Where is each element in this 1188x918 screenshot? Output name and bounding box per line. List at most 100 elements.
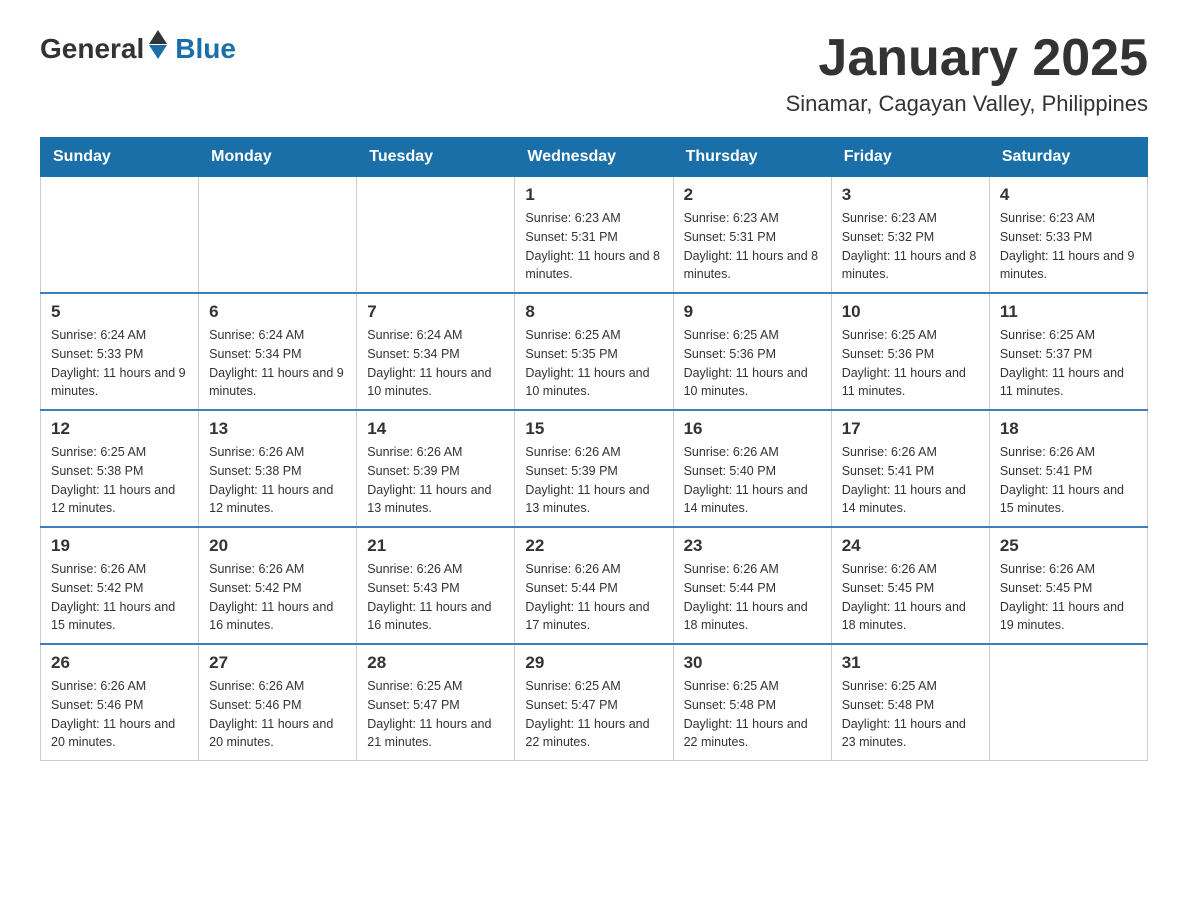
- logo-blue-text: Blue: [175, 33, 236, 65]
- day-number: 24: [842, 536, 979, 556]
- logo-icon: [149, 30, 167, 59]
- calendar-day-cell: 6 Sunrise: 6:24 AM Sunset: 5:34 PM Daylig…: [199, 293, 357, 410]
- calendar-day-cell: [41, 177, 199, 294]
- calendar-week-row: 1 Sunrise: 6:23 AM Sunset: 5:31 PM Daylig…: [41, 177, 1148, 294]
- day-number: 12: [51, 419, 188, 439]
- triangle-down-icon: [149, 45, 167, 59]
- calendar-day-cell: 30Sunrise: 6:25 AM Sunset: 5:48 PM Dayli…: [673, 644, 831, 761]
- day-info: Sunrise: 6:26 AM Sunset: 5:45 PM Dayligh…: [1000, 560, 1137, 635]
- calendar-table: SundayMondayTuesdayWednesdayThursdayFrid…: [40, 137, 1148, 761]
- calendar-day-cell: 26 Sunrise: 6:26 AM Sunset: 5:46 PM Dayli…: [41, 644, 199, 761]
- day-number: 9: [684, 302, 821, 322]
- day-info: Sunrise: 6:26 AM Sunset: 5:43 PM Dayligh…: [367, 560, 504, 635]
- day-info: Sunrise: 6:26 AM Sunset: 5:44 PM Dayligh…: [684, 560, 821, 635]
- day-info: Sunrise: 6:23 AM Sunset: 5:31 PM Dayligh…: [525, 209, 662, 284]
- logo: General Blue: [40, 30, 236, 65]
- page-title: January 2025: [786, 30, 1148, 87]
- day-of-week-header: Sunday: [41, 138, 199, 177]
- day-number: 17: [842, 419, 979, 439]
- day-info: Sunrise: 6:25 AM Sunset: 5:48 PM Dayligh…: [842, 677, 979, 752]
- day-number: 5: [51, 302, 188, 322]
- day-info: Sunrise: 6:25 AM Sunset: 5:36 PM Dayligh…: [842, 326, 979, 401]
- day-number: 27: [209, 653, 346, 673]
- day-info: Sunrise: 6:26 AM Sunset: 5:42 PM Dayligh…: [51, 560, 188, 635]
- day-of-week-header: Thursday: [673, 138, 831, 177]
- day-info: Sunrise: 6:24 AM Sunset: 5:34 PM Dayligh…: [209, 326, 346, 401]
- day-info: Sunrise: 6:26 AM Sunset: 5:39 PM Dayligh…: [525, 443, 662, 518]
- day-info: Sunrise: 6:26 AM Sunset: 5:46 PM Dayligh…: [209, 677, 346, 752]
- calendar-day-cell: 2 Sunrise: 6:23 AM Sunset: 5:31 PM Daylig…: [673, 177, 831, 294]
- calendar-day-cell: 23 Sunrise: 6:26 AM Sunset: 5:44 PM Dayli…: [673, 527, 831, 644]
- day-number: 20: [209, 536, 346, 556]
- calendar-day-cell: 8 Sunrise: 6:25 AM Sunset: 5:35 PM Daylig…: [515, 293, 673, 410]
- day-info: Sunrise: 6:23 AM Sunset: 5:31 PM Dayligh…: [684, 209, 821, 284]
- calendar-day-cell: 1 Sunrise: 6:23 AM Sunset: 5:31 PM Daylig…: [515, 177, 673, 294]
- calendar-header-row: SundayMondayTuesdayWednesdayThursdayFrid…: [41, 138, 1148, 177]
- day-info: Sunrise: 6:26 AM Sunset: 5:42 PM Dayligh…: [209, 560, 346, 635]
- day-number: 18: [1000, 419, 1137, 439]
- calendar-day-cell: 18 Sunrise: 6:26 AM Sunset: 5:41 PM Dayli…: [989, 410, 1147, 527]
- calendar-day-cell: 7 Sunrise: 6:24 AM Sunset: 5:34 PM Daylig…: [357, 293, 515, 410]
- day-number: 11: [1000, 302, 1137, 322]
- logo-general-text: General: [40, 33, 144, 65]
- calendar-day-cell: [357, 177, 515, 294]
- day-number: 14: [367, 419, 504, 439]
- calendar-day-cell: [199, 177, 357, 294]
- day-info: Sunrise: 6:24 AM Sunset: 5:33 PM Dayligh…: [51, 326, 188, 401]
- day-info: Sunrise: 6:26 AM Sunset: 5:41 PM Dayligh…: [842, 443, 979, 518]
- day-info: Sunrise: 6:23 AM Sunset: 5:32 PM Dayligh…: [842, 209, 979, 284]
- day-number: 2: [684, 185, 821, 205]
- day-of-week-header: Saturday: [989, 138, 1147, 177]
- calendar-day-cell: 3 Sunrise: 6:23 AM Sunset: 5:32 PM Daylig…: [831, 177, 989, 294]
- calendar-day-cell: 27 Sunrise: 6:26 AM Sunset: 5:46 PM Dayli…: [199, 644, 357, 761]
- calendar-day-cell: 9 Sunrise: 6:25 AM Sunset: 5:36 PM Daylig…: [673, 293, 831, 410]
- day-number: 15: [525, 419, 662, 439]
- day-number: 23: [684, 536, 821, 556]
- title-block: January 2025 Sinamar, Cagayan Valley, Ph…: [786, 30, 1148, 117]
- day-number: 13: [209, 419, 346, 439]
- day-info: Sunrise: 6:25 AM Sunset: 5:35 PM Dayligh…: [525, 326, 662, 401]
- day-number: 19: [51, 536, 188, 556]
- day-number: 8: [525, 302, 662, 322]
- calendar-day-cell: 14 Sunrise: 6:26 AM Sunset: 5:39 PM Dayli…: [357, 410, 515, 527]
- day-number: 26: [51, 653, 188, 673]
- day-number: 7: [367, 302, 504, 322]
- calendar-day-cell: 5 Sunrise: 6:24 AM Sunset: 5:33 PM Daylig…: [41, 293, 199, 410]
- day-number: 10: [842, 302, 979, 322]
- day-number: 29: [525, 653, 662, 673]
- day-info: Sunrise: 6:24 AM Sunset: 5:34 PM Dayligh…: [367, 326, 504, 401]
- day-of-week-header: Monday: [199, 138, 357, 177]
- day-info: Sunrise: 6:25 AM Sunset: 5:37 PM Dayligh…: [1000, 326, 1137, 401]
- calendar-day-cell: 28 Sunrise: 6:25 AM Sunset: 5:47 PM Dayli…: [357, 644, 515, 761]
- day-number: 22: [525, 536, 662, 556]
- day-info: Sunrise: 6:26 AM Sunset: 5:39 PM Dayligh…: [367, 443, 504, 518]
- day-info: Sunrise: 6:25 AM Sunset: 5:36 PM Dayligh…: [684, 326, 821, 401]
- calendar-day-cell: 25Sunrise: 6:26 AM Sunset: 5:45 PM Dayli…: [989, 527, 1147, 644]
- calendar-day-cell: 16Sunrise: 6:26 AM Sunset: 5:40 PM Dayli…: [673, 410, 831, 527]
- day-info: Sunrise: 6:23 AM Sunset: 5:33 PM Dayligh…: [1000, 209, 1137, 284]
- day-info: Sunrise: 6:26 AM Sunset: 5:38 PM Dayligh…: [209, 443, 346, 518]
- day-info: Sunrise: 6:25 AM Sunset: 5:47 PM Dayligh…: [367, 677, 504, 752]
- calendar-day-cell: 15 Sunrise: 6:26 AM Sunset: 5:39 PM Dayli…: [515, 410, 673, 527]
- triangle-up-icon: [149, 30, 167, 44]
- calendar-day-cell: 19 Sunrise: 6:26 AM Sunset: 5:42 PM Dayli…: [41, 527, 199, 644]
- page-header: General Blue January 2025 Sinamar, Cagay…: [40, 30, 1148, 117]
- day-number: 3: [842, 185, 979, 205]
- day-info: Sunrise: 6:25 AM Sunset: 5:38 PM Dayligh…: [51, 443, 188, 518]
- calendar-day-cell: 12 Sunrise: 6:25 AM Sunset: 5:38 PM Dayli…: [41, 410, 199, 527]
- day-info: Sunrise: 6:26 AM Sunset: 5:46 PM Dayligh…: [51, 677, 188, 752]
- calendar-week-row: 26 Sunrise: 6:26 AM Sunset: 5:46 PM Dayli…: [41, 644, 1148, 761]
- calendar-week-row: 19 Sunrise: 6:26 AM Sunset: 5:42 PM Dayli…: [41, 527, 1148, 644]
- day-info: Sunrise: 6:26 AM Sunset: 5:45 PM Dayligh…: [842, 560, 979, 635]
- day-number: 1: [525, 185, 662, 205]
- calendar-day-cell: 20 Sunrise: 6:26 AM Sunset: 5:42 PM Dayli…: [199, 527, 357, 644]
- day-number: 16: [684, 419, 821, 439]
- calendar-day-cell: 10 Sunrise: 6:25 AM Sunset: 5:36 PM Dayli…: [831, 293, 989, 410]
- day-of-week-header: Tuesday: [357, 138, 515, 177]
- day-info: Sunrise: 6:25 AM Sunset: 5:47 PM Dayligh…: [525, 677, 662, 752]
- day-info: Sunrise: 6:26 AM Sunset: 5:41 PM Dayligh…: [1000, 443, 1137, 518]
- calendar-day-cell: 22Sunrise: 6:26 AM Sunset: 5:44 PM Dayli…: [515, 527, 673, 644]
- day-number: 6: [209, 302, 346, 322]
- calendar-week-row: 5 Sunrise: 6:24 AM Sunset: 5:33 PM Daylig…: [41, 293, 1148, 410]
- day-number: 28: [367, 653, 504, 673]
